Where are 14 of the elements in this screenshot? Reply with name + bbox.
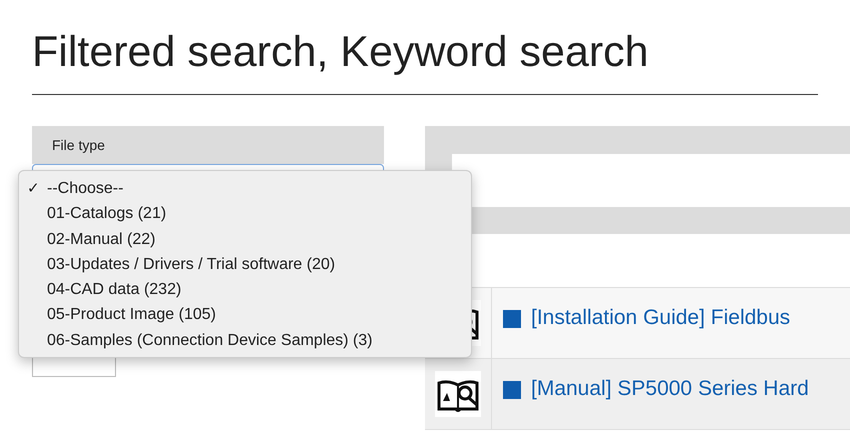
dropdown-option[interactable]: 06-Samples (Connection Device Samples) (3)	[19, 328, 471, 354]
dropdown-option[interactable]: 04-CAD data (232)	[19, 277, 471, 302]
filter-label: File type	[52, 136, 105, 155]
dropdown-option[interactable]: ✓ --Choose--	[19, 176, 471, 202]
square-bullet-icon	[503, 310, 521, 328]
dropdown-option[interactable]: 03-Updates / Drivers / Trial software (20)	[19, 252, 471, 278]
dropdown-option[interactable]: 01-Catalogs (21)	[19, 201, 471, 227]
dropdown-option[interactable]: 02-Manual (22)	[19, 226, 471, 252]
page-title: Filtered search, Keyword search	[32, 27, 650, 78]
book-magnifier-icon	[435, 371, 481, 417]
search-field[interactable]	[452, 154, 850, 207]
check-mark: ✓	[27, 179, 40, 199]
dropdown-option[interactable]: 05-Product Image (105)	[19, 302, 471, 328]
square-bullet-icon	[503, 381, 521, 399]
